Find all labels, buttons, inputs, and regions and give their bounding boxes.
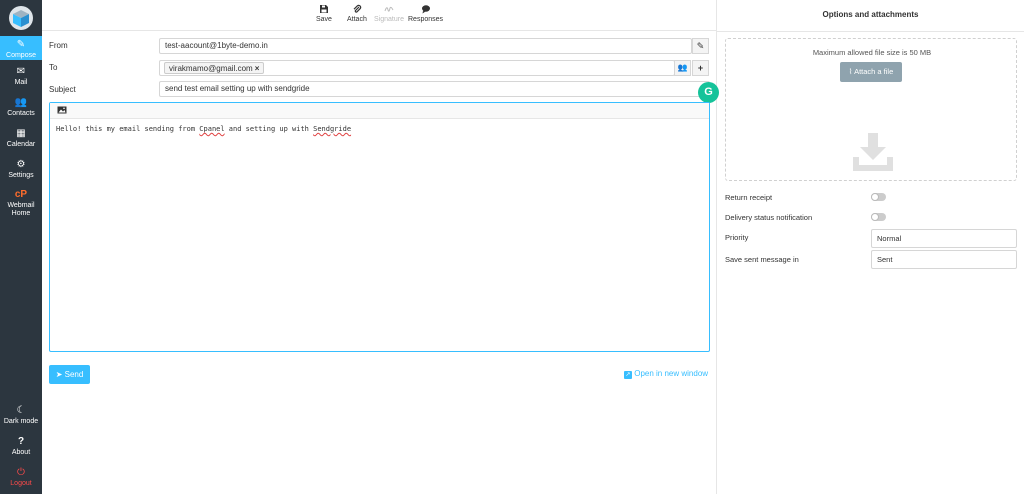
dark-mode-label: Dark mode	[3, 418, 39, 425]
recipient-chip[interactable]: virakmamo@gmail.com ×	[164, 62, 265, 74]
contacts-icon: 👥	[14, 97, 28, 108]
external-window-icon: ↗	[624, 371, 632, 379]
send-button[interactable]: ➤ Send	[49, 365, 90, 384]
max-file-size-hint: Maximum allowed file size is 50 MB	[812, 48, 932, 57]
return-receipt-label: Return receipt	[725, 193, 773, 202]
compose-toolbar: Save Attach Signature Responses	[42, 0, 716, 31]
attach-label: Attach	[347, 16, 367, 23]
power-icon: ⏻	[17, 467, 25, 478]
sidebar-item-label-line1: Webmail	[7, 202, 35, 209]
pencil-icon: ✎	[16, 39, 26, 50]
to-field[interactable]: virakmamo@gmail.com ×	[159, 60, 675, 76]
body-word-sendgride: Sendgride	[313, 125, 352, 133]
question-icon: ?	[17, 436, 25, 447]
message-body[interactable]: Hello! this my email sending from Cpanel…	[50, 119, 709, 139]
signature-button[interactable]: Signature	[374, 4, 404, 23]
paperclip-icon: ⌇	[848, 67, 853, 76]
dark-mode-button[interactable]: ☾ Dark mode	[0, 405, 42, 426]
moon-icon: ☾	[16, 405, 26, 416]
body-text-middle: and setting up with	[224, 125, 314, 133]
sidebar-item-label: Calendar	[6, 141, 36, 148]
sidebar-item-settings[interactable]: ⚙ Settings	[0, 159, 42, 180]
gear-icon: ⚙	[16, 159, 26, 170]
save-button[interactable]: Save	[316, 4, 332, 23]
signature-icon	[384, 6, 394, 12]
about-label: About	[11, 449, 31, 456]
options-header-divider	[717, 31, 1024, 32]
paper-plane-icon: ➤	[55, 370, 63, 379]
open-new-window-link[interactable]: ↗ Open in new window	[624, 369, 708, 379]
save-sent-label: Save sent message in	[725, 255, 799, 264]
sidebar-item-calendar[interactable]: ▦ Calendar	[0, 128, 42, 149]
subject-label: Subject	[49, 85, 76, 94]
save-label: Save	[316, 16, 332, 23]
add-header-button[interactable]: +	[692, 60, 709, 76]
recipient-email: virakmamo@gmail.com	[169, 64, 253, 73]
sidebar-item-compose[interactable]: ✎ Compose	[0, 36, 42, 60]
logout-button[interactable]: ⏻ Logout	[0, 467, 42, 488]
sidebar-item-label-line2: Home	[11, 210, 31, 217]
calendar-icon: ▦	[16, 128, 26, 139]
about-button[interactable]: ? About	[0, 436, 42, 457]
priority-select[interactable]: Normal	[871, 229, 1017, 248]
edit-identity-button[interactable]: ✎	[692, 38, 709, 54]
logout-label: Logout	[10, 480, 32, 487]
image-icon[interactable]	[57, 106, 67, 114]
responses-label: Responses	[408, 16, 444, 23]
delivery-status-label: Delivery status notification	[725, 213, 813, 222]
responses-button[interactable]: Responses	[408, 4, 443, 23]
options-panel-title: Options and attachments	[822, 10, 919, 19]
attachment-dropzone[interactable]: Maximum allowed file size is 50 MB ⌇ Att…	[725, 38, 1017, 181]
sidebar-item-label: Compose	[6, 52, 36, 59]
sidebar-item-mail[interactable]: ✉ Mail	[0, 66, 42, 87]
plus-icon: +	[697, 63, 704, 73]
close-icon[interactable]: ×	[255, 64, 260, 73]
grammarly-icon[interactable]: G	[698, 82, 719, 103]
contacts-icon: 👥	[677, 63, 688, 72]
attach-button[interactable]: Attach	[347, 4, 367, 23]
body-text-prefix: Hello! this my email sending from	[56, 125, 200, 133]
sidebar-item-label: Mail	[14, 79, 28, 86]
address-book-button[interactable]: 👥	[674, 60, 691, 76]
from-value: test-aacount@1byte-demo.in	[165, 41, 268, 50]
priority-label: Priority	[725, 233, 749, 242]
subject-value: send test email setting up with sendgrid…	[165, 84, 310, 93]
to-label: To	[49, 63, 58, 72]
save-sent-value: Sent	[877, 255, 893, 264]
return-receipt-toggle[interactable]	[871, 193, 886, 201]
panel-divider	[716, 0, 717, 494]
from-field[interactable]: test-aacount@1byte-demo.in	[159, 38, 692, 54]
save-sent-select[interactable]: Sent	[871, 250, 1017, 269]
sidebar-item-webmail-home[interactable]: cP Webmail Home	[0, 189, 42, 218]
subject-input[interactable]: send test email setting up with sendgrid…	[159, 81, 710, 97]
attach-file-label: Attach a file	[854, 67, 894, 76]
paperclip-icon	[353, 4, 362, 13]
download-icon	[853, 133, 893, 171]
sidebar: ✎ Compose ✉ Mail 👥 Contacts ▦ Calendar ⚙…	[0, 0, 42, 494]
open-new-window-label: Open in new window	[634, 369, 709, 378]
sidebar-item-label: Settings	[8, 172, 34, 179]
priority-value: Normal	[877, 234, 902, 243]
roundcube-logo-icon[interactable]	[8, 5, 34, 31]
from-label: From	[49, 41, 68, 50]
editor-toolbar	[50, 103, 709, 119]
floppy-disk-icon	[319, 5, 328, 13]
pencil-icon: ✎	[696, 41, 705, 51]
envelope-icon: ✉	[16, 66, 26, 77]
send-label: Send	[64, 370, 84, 379]
delivery-status-toggle[interactable]	[871, 213, 886, 221]
speech-bubble-icon	[421, 5, 430, 14]
body-word-cpanel: Cpanel	[199, 125, 225, 133]
attach-file-button[interactable]: ⌇ Attach a file	[840, 62, 902, 82]
cpanel-icon: cP	[14, 189, 28, 200]
message-editor[interactable]: Hello! this my email sending from Cpanel…	[49, 102, 710, 352]
sidebar-item-contacts[interactable]: 👥 Contacts	[0, 97, 42, 118]
signature-label: Signature	[374, 16, 404, 23]
sidebar-item-label: Contacts	[7, 110, 35, 117]
